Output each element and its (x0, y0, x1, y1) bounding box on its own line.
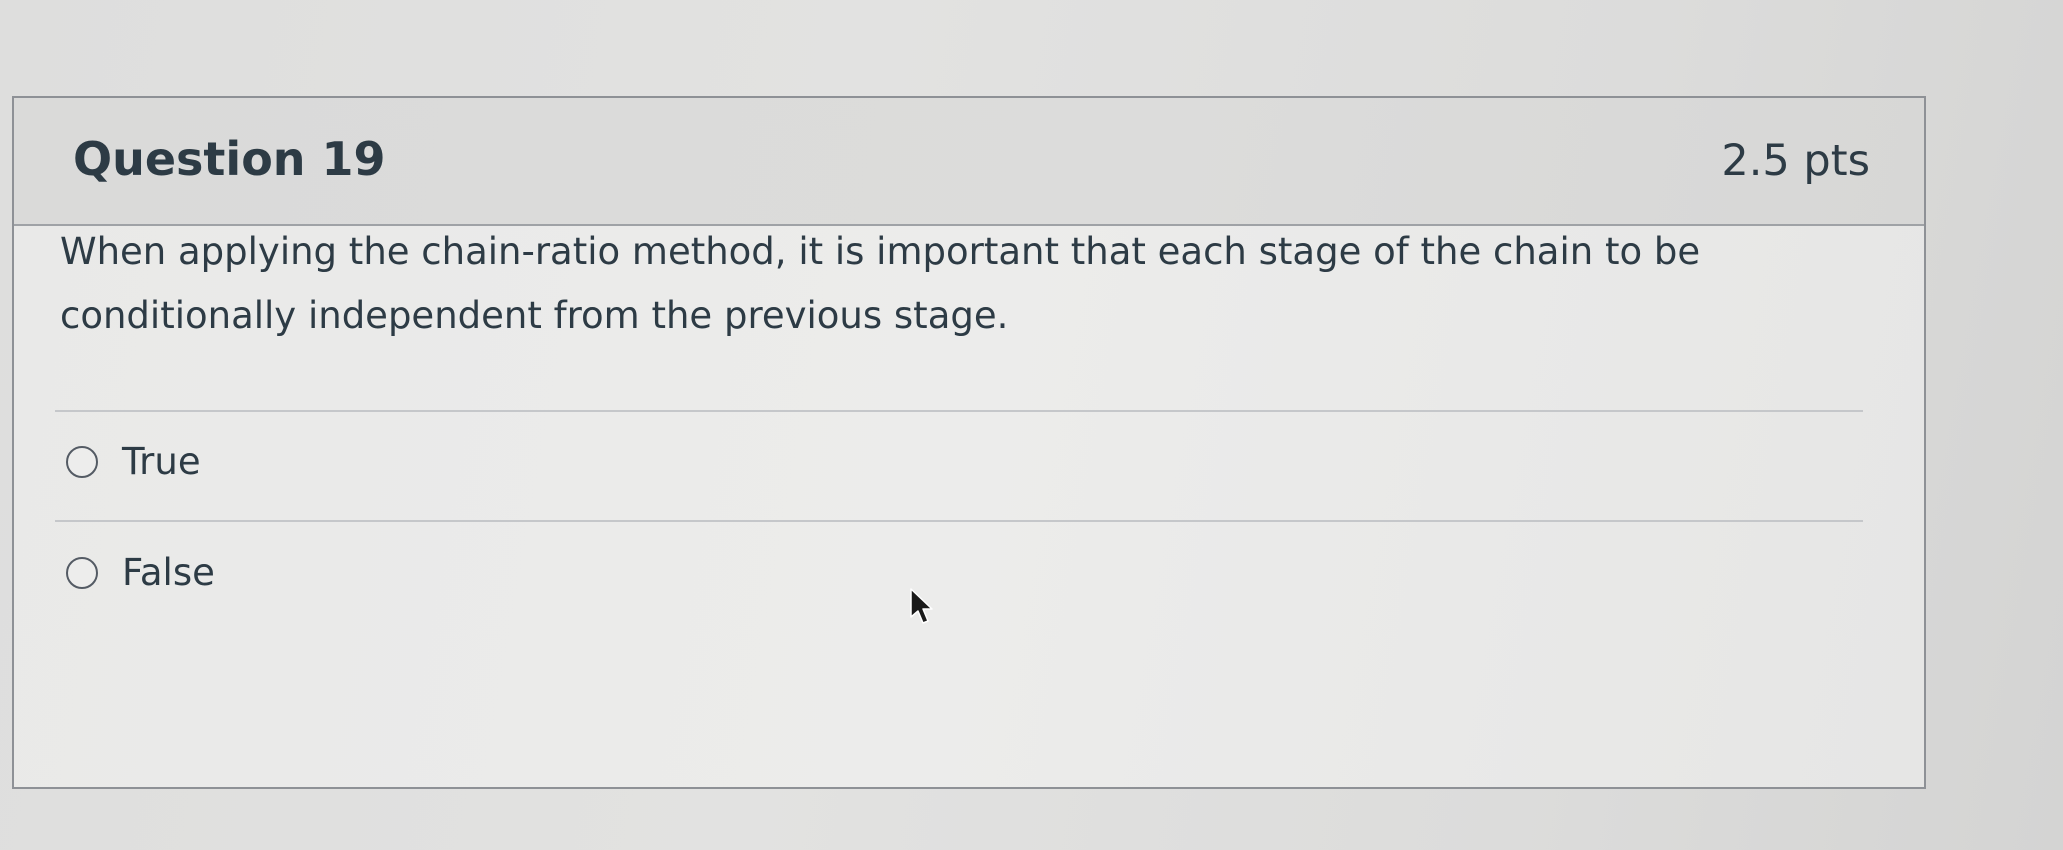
answer-divider (55, 410, 1863, 412)
radio-unselected-icon[interactable] (66, 557, 98, 590)
radio-unselected-icon[interactable] (66, 446, 98, 479)
question-title: Question 19 (73, 132, 386, 186)
answer-option-false[interactable]: False (66, 551, 215, 595)
answer-label: True (122, 440, 201, 483)
question-card: Question 19 2.5 pts (12, 96, 1926, 789)
answer-divider (55, 520, 1863, 522)
question-text: When applying the chain-ratio method, it… (60, 230, 1701, 337)
question-points: 2.5 pts (1721, 136, 1870, 186)
question-header: Question 19 2.5 pts (14, 98, 1924, 226)
answer-option-true[interactable]: True (66, 440, 201, 484)
answer-label: False (122, 551, 215, 594)
mouse-pointer-icon (910, 588, 933, 624)
